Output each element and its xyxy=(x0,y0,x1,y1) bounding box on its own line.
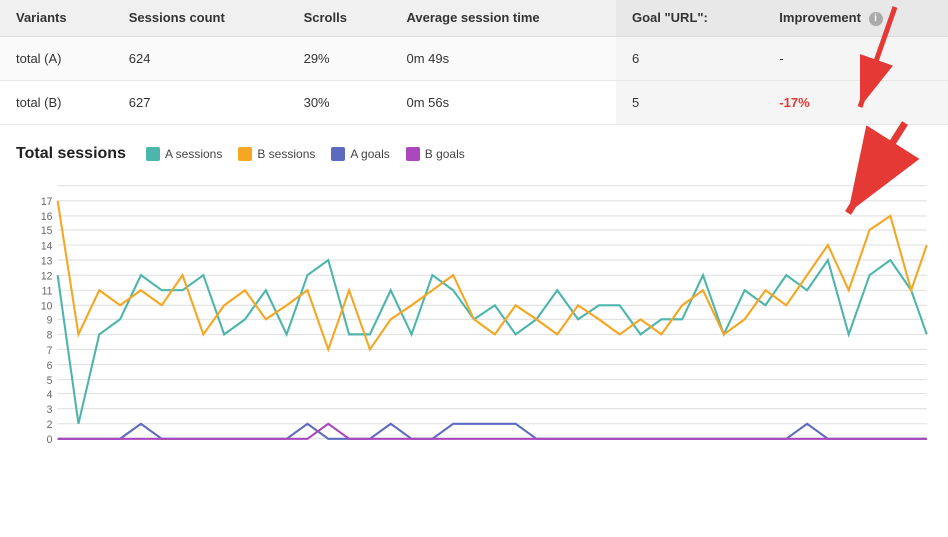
legend-label-a-sessions: A sessions xyxy=(165,147,222,161)
a-goals-line xyxy=(58,423,927,438)
legend-a-sessions[interactable]: A sessions xyxy=(146,147,222,161)
chart-section: Total sessions A sessions B sessions A g… xyxy=(0,125,948,465)
svg-text:12: 12 xyxy=(41,270,53,282)
legend-checkbox-a-goals xyxy=(331,147,345,161)
svg-text:3: 3 xyxy=(47,403,53,415)
cell-sessions-a: 624 xyxy=(113,36,288,80)
col-header-goal-url: Goal "URL": xyxy=(616,0,763,36)
svg-text:17: 17 xyxy=(41,196,53,208)
col-header-avg-session: Average session time xyxy=(390,0,616,36)
table-row: total (A) 624 29% 0m 49s 6 - xyxy=(0,36,948,80)
cell-scrolls-a: 29% xyxy=(288,36,391,80)
cell-goal-b: 5 xyxy=(616,80,763,124)
legend-label-b-sessions: B sessions xyxy=(257,147,315,161)
cell-avg-time-b: 0m 56s xyxy=(390,80,616,124)
svg-text:6: 6 xyxy=(47,359,53,371)
y-axis: 0 2 3 4 5 6 7 8 9 10 11 12 13 14 15 16 1… xyxy=(41,185,927,445)
svg-text:0: 0 xyxy=(47,434,53,446)
cell-improvement-b: -17% xyxy=(763,80,948,124)
svg-text:11: 11 xyxy=(42,285,53,297)
cell-avg-time-a: 0m 49s xyxy=(390,36,616,80)
cell-variant-a: total (A) xyxy=(0,36,113,80)
svg-text:16: 16 xyxy=(41,211,53,223)
col-header-improvement: Improvement i xyxy=(763,0,948,36)
legend-b-goals[interactable]: B goals xyxy=(406,147,465,161)
legend-checkbox-b-sessions xyxy=(238,147,252,161)
data-table-section: Variants Sessions count Scrolls Average … xyxy=(0,0,948,125)
svg-text:5: 5 xyxy=(47,374,53,386)
cell-improvement-a: - xyxy=(763,36,948,80)
cell-variant-b: total (B) xyxy=(0,80,113,124)
legend-checkbox-b-goals xyxy=(406,147,420,161)
col-header-sessions: Sessions count xyxy=(113,0,288,36)
cell-scrolls-b: 30% xyxy=(288,80,391,124)
legend-label-a-goals: A goals xyxy=(350,147,389,161)
svg-text:15: 15 xyxy=(41,225,53,237)
svg-text:4: 4 xyxy=(47,388,53,400)
improvement-info-icon[interactable]: i xyxy=(869,12,883,26)
line-chart-svg: 0 2 3 4 5 6 7 8 9 10 11 12 13 14 15 16 1… xyxy=(16,175,932,455)
col-header-variants: Variants xyxy=(0,0,113,36)
svg-text:8: 8 xyxy=(47,329,53,341)
chart-title: Total sessions xyxy=(16,145,126,163)
svg-text:13: 13 xyxy=(41,255,53,267)
table-row: total (B) 627 30% 0m 56s 5 -17% xyxy=(0,80,948,124)
cell-sessions-b: 627 xyxy=(113,80,288,124)
variants-table: Variants Sessions count Scrolls Average … xyxy=(0,0,948,125)
legend-label-b-goals: B goals xyxy=(425,147,465,161)
col-header-scrolls: Scrolls xyxy=(288,0,391,36)
svg-text:9: 9 xyxy=(47,314,53,326)
legend-a-goals[interactable]: A goals xyxy=(331,147,389,161)
legend-b-sessions[interactable]: B sessions xyxy=(238,147,315,161)
svg-text:14: 14 xyxy=(41,240,53,252)
svg-text:10: 10 xyxy=(41,300,53,312)
a-sessions-line xyxy=(58,260,927,424)
cell-goal-a: 6 xyxy=(616,36,763,80)
chart-legend: A sessions B sessions A goals B goals xyxy=(146,147,465,161)
chart-container: 0 2 3 4 5 6 7 8 9 10 11 12 13 14 15 16 1… xyxy=(16,175,932,455)
legend-checkbox-a-sessions xyxy=(146,147,160,161)
svg-text:2: 2 xyxy=(47,418,53,430)
improvement-negative-value: -17% xyxy=(779,95,809,110)
svg-text:7: 7 xyxy=(47,344,53,356)
chart-header: Total sessions A sessions B sessions A g… xyxy=(16,145,932,163)
